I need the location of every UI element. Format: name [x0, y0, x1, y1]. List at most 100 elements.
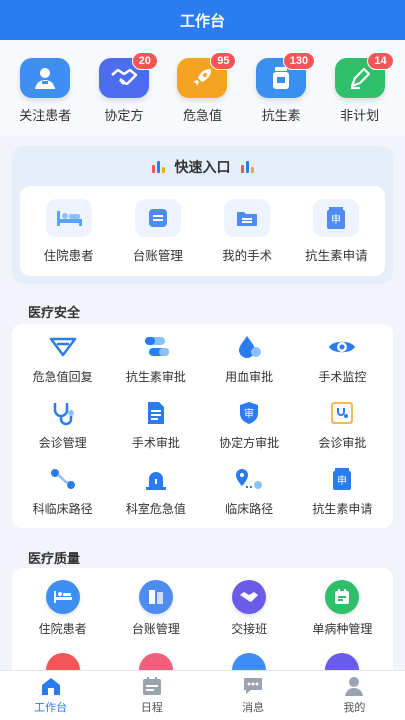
route-icon — [47, 464, 79, 494]
tab-label: 我的 — [343, 702, 366, 714]
quick-item-ledger[interactable]: 台账管理 — [115, 198, 201, 264]
medical-quality-card: 住院患者 台账管理 交接班 单病种管理 — [12, 568, 393, 670]
bed-icon — [45, 198, 92, 237]
tab-schedule[interactable]: 日程 — [112, 676, 192, 715]
tab-label: 日程 — [140, 702, 163, 714]
medical-safety-grid: 危急值回复 抗生素审批 用血审批 手术监控 会诊管理 手术审批 审 协定方审批 … — [16, 332, 389, 520]
app-header: 工作台 — [0, 0, 405, 40]
quality-item-8[interactable] — [296, 653, 389, 670]
tab-messages[interactable]: 消息 — [213, 676, 293, 715]
eye-icon — [326, 332, 358, 362]
shortcut-agreement-formula[interactable]: 20 协定方 — [88, 52, 160, 136]
message-icon — [244, 678, 263, 694]
blood-drop-icon — [233, 332, 265, 362]
alarm-icon — [140, 464, 172, 494]
quality-item-inpatients[interactable]: 住院患者 — [16, 580, 109, 637]
safety-item-antibiotic-approval[interactable]: 抗生素审批 — [109, 332, 202, 388]
shortcut-antibiotic[interactable]: 130 抗生素 — [245, 52, 317, 136]
safety-item-label: 科临床路径 — [32, 502, 93, 516]
red-icon — [45, 653, 80, 670]
document-icon — [140, 398, 172, 428]
quality-item-label: 交接班 — [231, 622, 268, 636]
quality-item-7[interactable] — [203, 653, 296, 670]
medical-safety-card: 危急值回复 抗生素审批 用血审批 手术监控 会诊管理 手术审批 审 协定方审批 … — [12, 324, 393, 528]
quality-item-ledger[interactable]: 台账管理 — [109, 580, 202, 637]
quality-item-6[interactable] — [109, 653, 202, 670]
home-icon — [41, 678, 60, 695]
safety-item-label: 科室危急值 — [125, 502, 186, 516]
safety-item-label: 手术监控 — [318, 370, 367, 384]
shield-approve-icon: 审 — [233, 398, 265, 428]
quality-item-handover[interactable]: 交接班 — [203, 580, 296, 637]
quality-item-label: 单病种管理 — [312, 622, 373, 636]
section-title-medical-safety: 医疗安全 — [28, 304, 81, 320]
safety-item-formula-approval[interactable]: 审 协定方审批 — [203, 398, 296, 454]
tab-label: 工作台 — [34, 702, 68, 714]
safety-item-label: 抗生素审批 — [125, 370, 186, 384]
folder-icon — [224, 198, 271, 237]
safety-item-antibiotic-apply[interactable]: 申 抗生素申请 — [296, 464, 389, 520]
svg-text:审: 审 — [244, 407, 254, 420]
bed-icon — [45, 580, 80, 614]
shortcut-label: 危急值 — [182, 108, 222, 123]
calendar-icon — [142, 677, 161, 695]
safety-item-label: 手术审批 — [131, 436, 180, 450]
quality-item-5[interactable] — [16, 653, 109, 670]
calendar-icon — [325, 580, 360, 614]
quick-entry-title: 快速入口 — [20, 156, 385, 178]
quick-entry-panel: 快速入口 住院患者 台账管理 我的手术 申 抗生素申请 — [12, 146, 393, 284]
safety-item-dept-clinical-path[interactable]: 科临床路径 — [16, 464, 109, 520]
safety-item-dept-critical[interactable]: 科室危急值 — [109, 464, 202, 520]
safety-item-blood-approval[interactable]: 用血审批 — [203, 332, 296, 388]
safety-item-label: 危急值回复 — [32, 370, 93, 384]
medical-quality-grid: 住院患者 台账管理 交接班 单病种管理 — [16, 580, 389, 670]
safety-item-label: 会诊管理 — [38, 436, 87, 450]
bottom-tab-bar: 工作台 日程 消息 我的 — [0, 670, 405, 720]
quick-item-label: 台账管理 — [132, 248, 183, 263]
safety-item-surgery-approval[interactable]: 手术审批 — [109, 398, 202, 454]
svg-text:申: 申 — [337, 474, 347, 487]
bars-decoration-icon — [240, 161, 254, 173]
safety-item-label: 临床路径 — [225, 502, 274, 516]
purple-icon — [325, 653, 360, 670]
shortcut-label: 抗生素 — [261, 108, 301, 123]
safety-item-label: 抗生素申请 — [312, 502, 373, 516]
safety-item-surgery-monitor[interactable]: 手术监控 — [296, 332, 389, 388]
safety-item-label: 协定方审批 — [219, 436, 280, 450]
safety-item-clinical-path[interactable]: 临床路径 — [203, 464, 296, 520]
workbench-content[interactable]: 关注患者 20 协定方 95 危急值 130 抗生素 14 非计划 快速入口 住… — [0, 40, 405, 670]
shortcut-label: 非计划 — [340, 108, 380, 123]
shortcut-unplanned[interactable]: 14 非计划 — [324, 52, 396, 136]
home-icon — [232, 653, 267, 670]
safety-item-consult-manage[interactable]: 会诊管理 — [16, 398, 109, 454]
quick-item-inpatients[interactable]: 住院患者 — [26, 198, 112, 264]
shortcut-follow-patients[interactable]: 关注患者 — [9, 58, 81, 136]
user-icon — [345, 677, 364, 696]
safety-item-critical-reply[interactable]: 危急值回复 — [16, 332, 109, 388]
pill-icon — [140, 332, 172, 362]
consult-board-icon — [326, 398, 358, 428]
ledger-icon — [134, 198, 181, 237]
tab-mine[interactable]: 我的 — [314, 676, 394, 715]
reply-icon — [47, 332, 79, 362]
safety-item-consult-approval[interactable]: 会诊审批 — [296, 398, 389, 454]
heart-icon — [138, 653, 173, 670]
safety-item-label: 会诊审批 — [318, 436, 367, 450]
quick-item-label: 抗生素申请 — [305, 248, 368, 263]
section-title-medical-quality: 医疗质量 — [28, 550, 81, 566]
location-route-icon — [233, 464, 265, 494]
shortcut-label: 关注患者 — [19, 108, 72, 123]
quick-item-my-surgery[interactable]: 我的手术 — [204, 198, 290, 264]
safety-item-label: 用血审批 — [225, 370, 274, 384]
badge-count: 20 — [131, 52, 158, 70]
quality-item-label: 台账管理 — [131, 622, 180, 636]
quality-item-single-disease[interactable]: 单病种管理 — [296, 580, 389, 637]
tab-workbench[interactable]: 工作台 — [11, 676, 91, 715]
badge-count: 14 — [367, 52, 394, 70]
badge-count: 95 — [210, 52, 237, 70]
bars-decoration-icon — [151, 161, 165, 173]
svg-text:申: 申 — [331, 213, 341, 226]
quick-item-antibiotic-apply[interactable]: 申 抗生素申请 — [293, 198, 379, 264]
page-title: 工作台 — [179, 12, 225, 30]
shortcut-critical-value[interactable]: 95 危急值 — [166, 52, 238, 136]
